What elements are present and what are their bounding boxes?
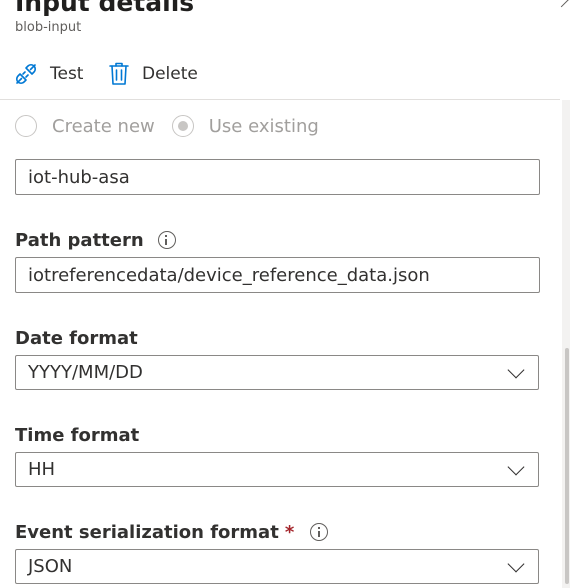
info-icon[interactable] xyxy=(310,523,329,541)
create-new-radio-label: Create new xyxy=(52,115,155,137)
required-marker: * xyxy=(284,521,295,543)
chevron-down-icon xyxy=(507,555,525,573)
form-scroll-area: Create new Use existing iot-hub-asa Path… xyxy=(0,100,562,588)
storage-account-radio-group: Create new Use existing xyxy=(15,110,319,142)
trash-icon xyxy=(109,62,129,85)
chevron-down-icon xyxy=(507,361,525,379)
date-format-label: Date format xyxy=(15,326,138,350)
panel-subtitle: blob-input xyxy=(15,20,82,35)
time-format-dropdown[interactable]: HH xyxy=(15,452,539,487)
time-format-value: HH xyxy=(28,459,56,480)
time-format-label: Time format xyxy=(15,423,139,447)
scrollbar-thumb[interactable] xyxy=(565,348,569,584)
event-serialization-label: Event serialization format * xyxy=(15,520,329,544)
date-format-dropdown[interactable]: YYYY/MM/DD xyxy=(15,355,539,390)
path-pattern-input[interactable]: iotreferencedata/device_reference_data.j… xyxy=(15,257,540,293)
use-existing-radio[interactable] xyxy=(171,115,194,137)
time-format-label-text: Time format xyxy=(15,424,140,446)
event-serialization-label-text: Event serialization format xyxy=(15,521,279,543)
path-pattern-label-text: Path pattern xyxy=(15,229,144,251)
date-format-value: YYYY/MM/DD xyxy=(28,362,143,383)
create-new-radio[interactable] xyxy=(15,115,37,137)
chevron-down-icon xyxy=(507,458,525,476)
plug-connection-icon xyxy=(15,63,37,85)
toolbar: Test Delete xyxy=(0,56,560,92)
delete-button[interactable]: Delete xyxy=(108,60,198,88)
event-serialization-dropdown[interactable]: JSON xyxy=(15,549,539,584)
delete-button-label: Delete xyxy=(142,64,198,84)
path-pattern-label: Path pattern xyxy=(15,228,176,252)
event-serialization-value: JSON xyxy=(28,556,73,577)
test-button-label: Test xyxy=(50,64,84,84)
panel-title: Input details xyxy=(15,0,195,17)
storage-account-input[interactable]: iot-hub-asa xyxy=(15,159,540,195)
close-chevron-icon[interactable] xyxy=(553,0,570,8)
test-button[interactable]: Test xyxy=(14,60,83,88)
info-icon[interactable] xyxy=(157,231,176,249)
use-existing-radio-label: Use existing xyxy=(208,115,319,137)
date-format-label-text: Date format xyxy=(15,327,138,349)
